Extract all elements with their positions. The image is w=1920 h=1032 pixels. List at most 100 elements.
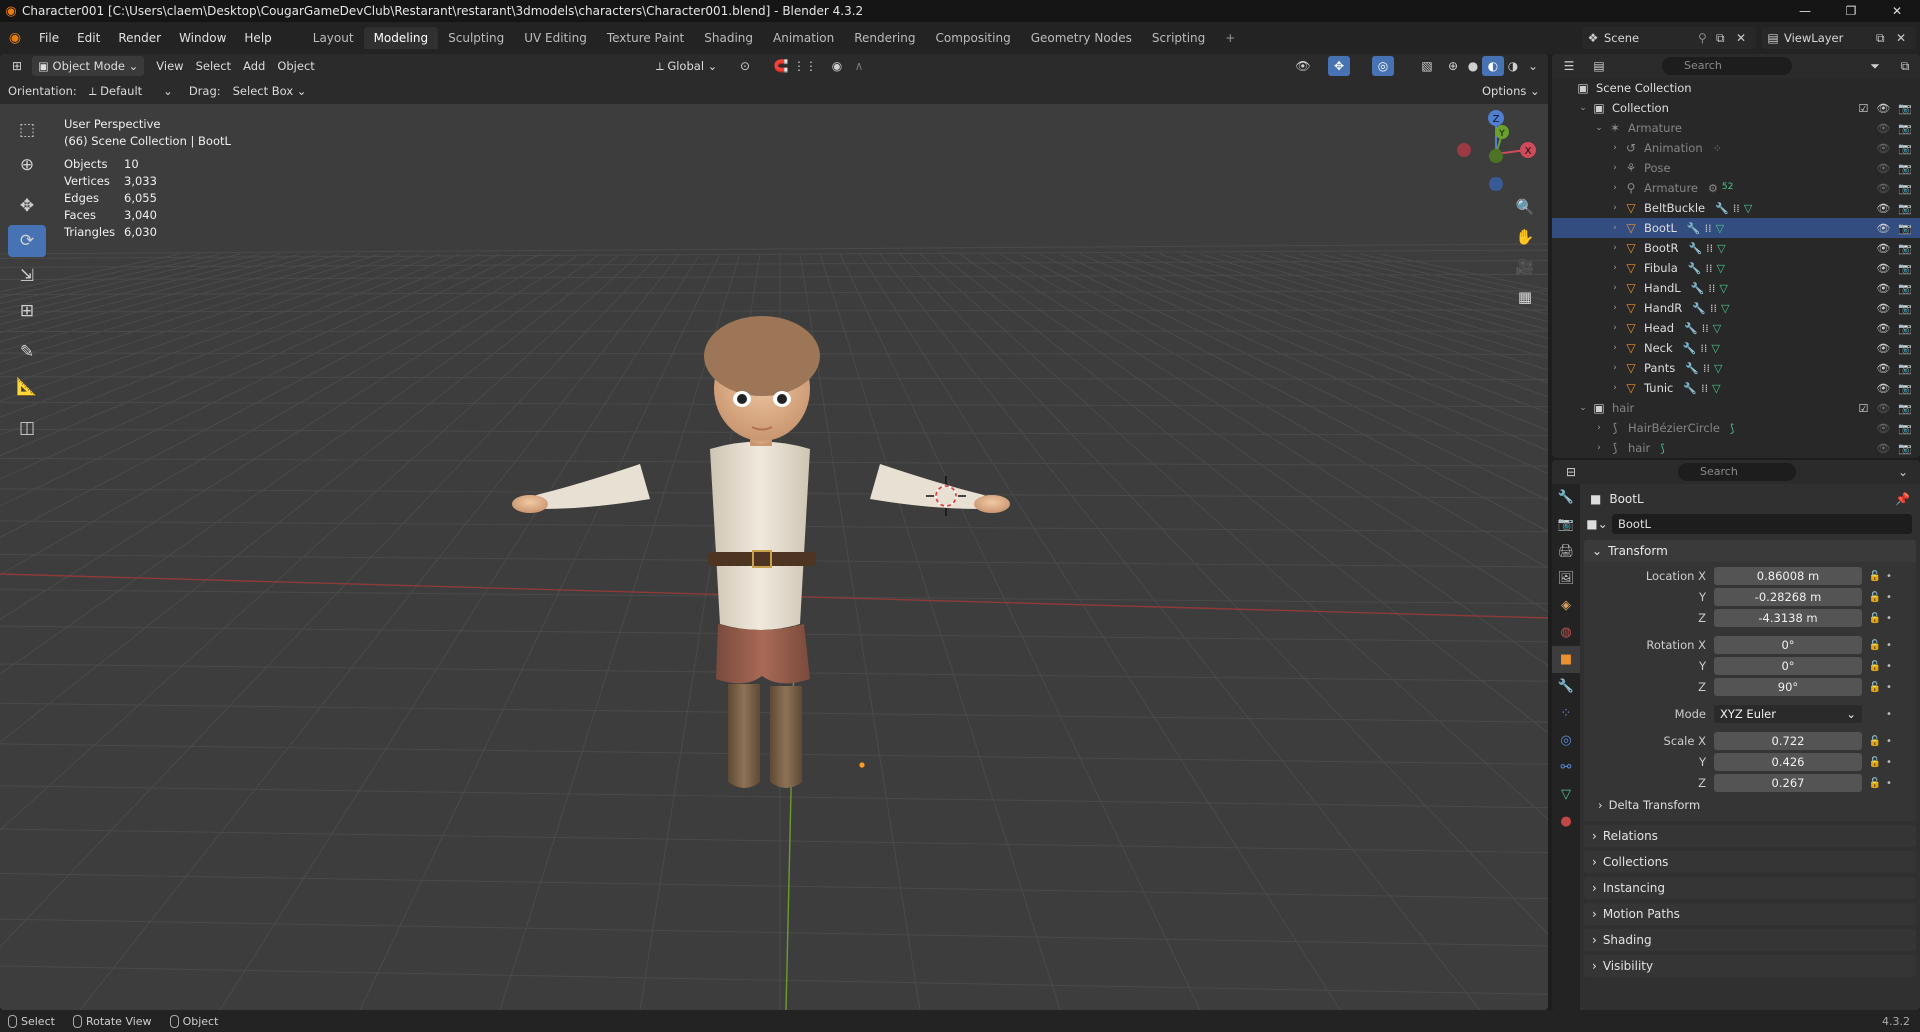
- modifier-tab-icon[interactable]: 🔧: [1552, 673, 1580, 700]
- proportional-edit-icon[interactable]: ◉: [826, 56, 848, 76]
- shading-panel[interactable]: › Shading: [1584, 929, 1916, 951]
- rotation-y-field[interactable]: 0°: [1714, 657, 1862, 675]
- outliner-row[interactable]: › ⚘ Pose 👁 📷: [1552, 158, 1920, 178]
- material-preview-shading-icon[interactable]: ◐: [1482, 56, 1504, 76]
- mesh-data-icon[interactable]: ▽: [1712, 382, 1720, 395]
- keyframe-dot-icon[interactable]: •: [1884, 709, 1894, 720]
- camera-render-icon[interactable]: 📷: [1898, 302, 1912, 315]
- chevron-right-icon[interactable]: ›: [1608, 363, 1622, 373]
- modifier-icon[interactable]: 🔧: [1684, 322, 1698, 335]
- lock-icon[interactable]: 🔓: [1866, 592, 1884, 603]
- maximize-button[interactable]: ❐: [1828, 0, 1874, 22]
- exclude-checkbox[interactable]: ☑: [1858, 402, 1868, 415]
- annotate-tool-icon[interactable]: ✎: [8, 336, 46, 368]
- add-cube-tool-icon[interactable]: ◫: [8, 412, 46, 444]
- eye-icon[interactable]: 👁: [1876, 442, 1890, 455]
- chevron-right-icon[interactable]: ›: [1608, 183, 1622, 193]
- wireframe-shading-icon[interactable]: ⊕: [1442, 56, 1464, 76]
- outliner-row[interactable]: › ▽ Tunic 🔧 ⁞⁞ ▽ 👁 📷: [1552, 378, 1920, 398]
- relations-panel[interactable]: › Relations: [1584, 825, 1916, 847]
- keyframe-dot-icon[interactable]: •: [1884, 778, 1894, 789]
- chevron-right-icon[interactable]: ›: [1592, 423, 1606, 433]
- chevron-right-icon[interactable]: ›: [1608, 303, 1622, 313]
- eye-icon[interactable]: 👁: [1876, 322, 1890, 335]
- mesh-data-icon[interactable]: ▽: [1711, 342, 1719, 355]
- lock-icon[interactable]: 🔓: [1866, 757, 1884, 768]
- chevron-right-icon[interactable]: ›: [1608, 143, 1622, 153]
- overlays-toggle-icon[interactable]: ◎: [1372, 56, 1394, 76]
- snap-icon[interactable]: 🧲: [770, 56, 792, 76]
- collections-panel[interactable]: › Collections: [1584, 851, 1916, 873]
- outliner-row[interactable]: › ▽ HandL 🔧 ⁞⁞ ▽ 👁 📷: [1552, 278, 1920, 298]
- menu-help[interactable]: Help: [235, 27, 280, 49]
- filter-icon[interactable]: ⏷: [1864, 56, 1886, 76]
- object-mode-dropdown[interactable]: ▣ Object Mode ⌄: [32, 56, 145, 76]
- motion-paths-panel[interactable]: › Motion Paths: [1584, 903, 1916, 925]
- keyframe-dot-icon[interactable]: •: [1884, 592, 1894, 603]
- constraints-tab-icon[interactable]: ⚯: [1552, 754, 1580, 781]
- camera-render-icon[interactable]: 📷: [1898, 182, 1912, 195]
- eye-icon[interactable]: 👁: [1876, 422, 1890, 435]
- outliner-row[interactable]: › ▽ BootR 🔧 ⁞⁞ ▽ 👁 📷: [1552, 238, 1920, 258]
- tab-texture-paint[interactable]: Texture Paint: [597, 27, 694, 49]
- vertex-groups-icon[interactable]: ⁞⁞: [1733, 202, 1740, 215]
- options-dropdown[interactable]: Options ⌄: [1476, 81, 1546, 101]
- camera-render-icon[interactable]: 📷: [1898, 402, 1912, 415]
- outliner-row[interactable]: › ▽ Head 🔧 ⁞⁞ ▽ 👁 📷: [1552, 318, 1920, 338]
- chevron-right-icon[interactable]: ›: [1608, 243, 1622, 253]
- scale-y-field[interactable]: 0.426: [1714, 753, 1862, 771]
- snap-target-icon[interactable]: ⋮⋮: [793, 56, 817, 76]
- rotation-z-field[interactable]: 90°: [1714, 678, 1862, 696]
- modifier-icon[interactable]: 🔧: [1685, 362, 1699, 375]
- camera-render-icon[interactable]: 📷: [1898, 362, 1912, 375]
- chevron-right-icon[interactable]: ›: [1608, 223, 1622, 233]
- material-tab-icon[interactable]: ●: [1552, 808, 1580, 835]
- render-tab-icon[interactable]: 📷: [1552, 511, 1580, 538]
- camera-render-icon[interactable]: 📷: [1898, 322, 1912, 335]
- new-viewlayer-icon[interactable]: ⧉: [1876, 31, 1896, 46]
- keyframe-dot-icon[interactable]: •: [1884, 571, 1894, 582]
- action-icon[interactable]: ⁘: [1713, 142, 1722, 155]
- pin-icon[interactable]: 📌: [1895, 492, 1910, 506]
- delete-scene-icon[interactable]: ✕: [1736, 31, 1756, 45]
- view-layer-tab-icon[interactable]: 🖼: [1552, 565, 1580, 592]
- pin-icon[interactable]: ⚲: [1698, 31, 1716, 45]
- vertex-groups-icon[interactable]: ⁞⁞: [1700, 342, 1707, 355]
- camera-render-icon[interactable]: 📷: [1898, 222, 1912, 235]
- tab-animation[interactable]: Animation: [763, 27, 844, 49]
- vertex-groups-icon[interactable]: ⁞⁞: [1703, 362, 1710, 375]
- lock-icon[interactable]: 🔓: [1866, 682, 1884, 693]
- outliner-row[interactable]: ⌄ ✶ Armature 👁 📷: [1552, 118, 1920, 138]
- outliner-row[interactable]: ▣ Scene Collection: [1552, 78, 1920, 98]
- display-mode-icon[interactable]: ▤: [1588, 56, 1610, 76]
- eye-icon[interactable]: 👁: [1876, 382, 1890, 395]
- delta-transform-subpanel[interactable]: › Delta Transform: [1598, 795, 1906, 815]
- chevron-right-icon[interactable]: ›: [1608, 163, 1622, 173]
- tab-sculpting[interactable]: Sculpting: [438, 27, 514, 49]
- eye-icon[interactable]: 👁: [1876, 242, 1890, 255]
- transform-panel-header[interactable]: ⌄ Transform: [1584, 540, 1916, 562]
- pivot-point-icon[interactable]: ⊙: [734, 56, 756, 76]
- selectability-visibility-icon[interactable]: 👁: [1292, 56, 1314, 76]
- modifier-icon[interactable]: 🔧: [1683, 382, 1697, 395]
- chevron-down-icon[interactable]: ⌄: [1592, 123, 1606, 133]
- lock-icon[interactable]: 🔓: [1866, 661, 1884, 672]
- editor-type-icon[interactable]: ⊞: [6, 56, 28, 76]
- scene-selector[interactable]: ❖ Scene ⚲ ⧉ ✕: [1582, 27, 1756, 49]
- vertex-groups-icon[interactable]: ⁞⁞: [1705, 222, 1712, 235]
- mesh-data-icon[interactable]: ▽: [1721, 302, 1729, 315]
- camera-render-icon[interactable]: 📷: [1898, 342, 1912, 355]
- properties-search-input[interactable]: Search: [1678, 463, 1796, 481]
- curve-data-icon[interactable]: ⟆: [1730, 422, 1734, 435]
- vertex-groups-icon[interactable]: ⁞⁞: [1702, 322, 1709, 335]
- location-x-field[interactable]: 0.86008 m: [1714, 567, 1862, 585]
- chevron-right-icon[interactable]: ›: [1608, 283, 1622, 293]
- keyframe-dot-icon[interactable]: •: [1884, 640, 1894, 651]
- gizmo-toggle-icon[interactable]: ✥: [1328, 56, 1350, 76]
- chevron-right-icon[interactable]: ›: [1608, 203, 1622, 213]
- outliner-row[interactable]: › ⚲ Armature ⚙ 52 👁 📷: [1552, 178, 1920, 198]
- mesh-data-icon[interactable]: ▽: [1716, 222, 1724, 235]
- eye-icon[interactable]: 👁: [1876, 262, 1890, 275]
- output-tab-icon[interactable]: 🖨: [1552, 538, 1580, 565]
- xray-toggle-icon[interactable]: ▧: [1416, 56, 1438, 76]
